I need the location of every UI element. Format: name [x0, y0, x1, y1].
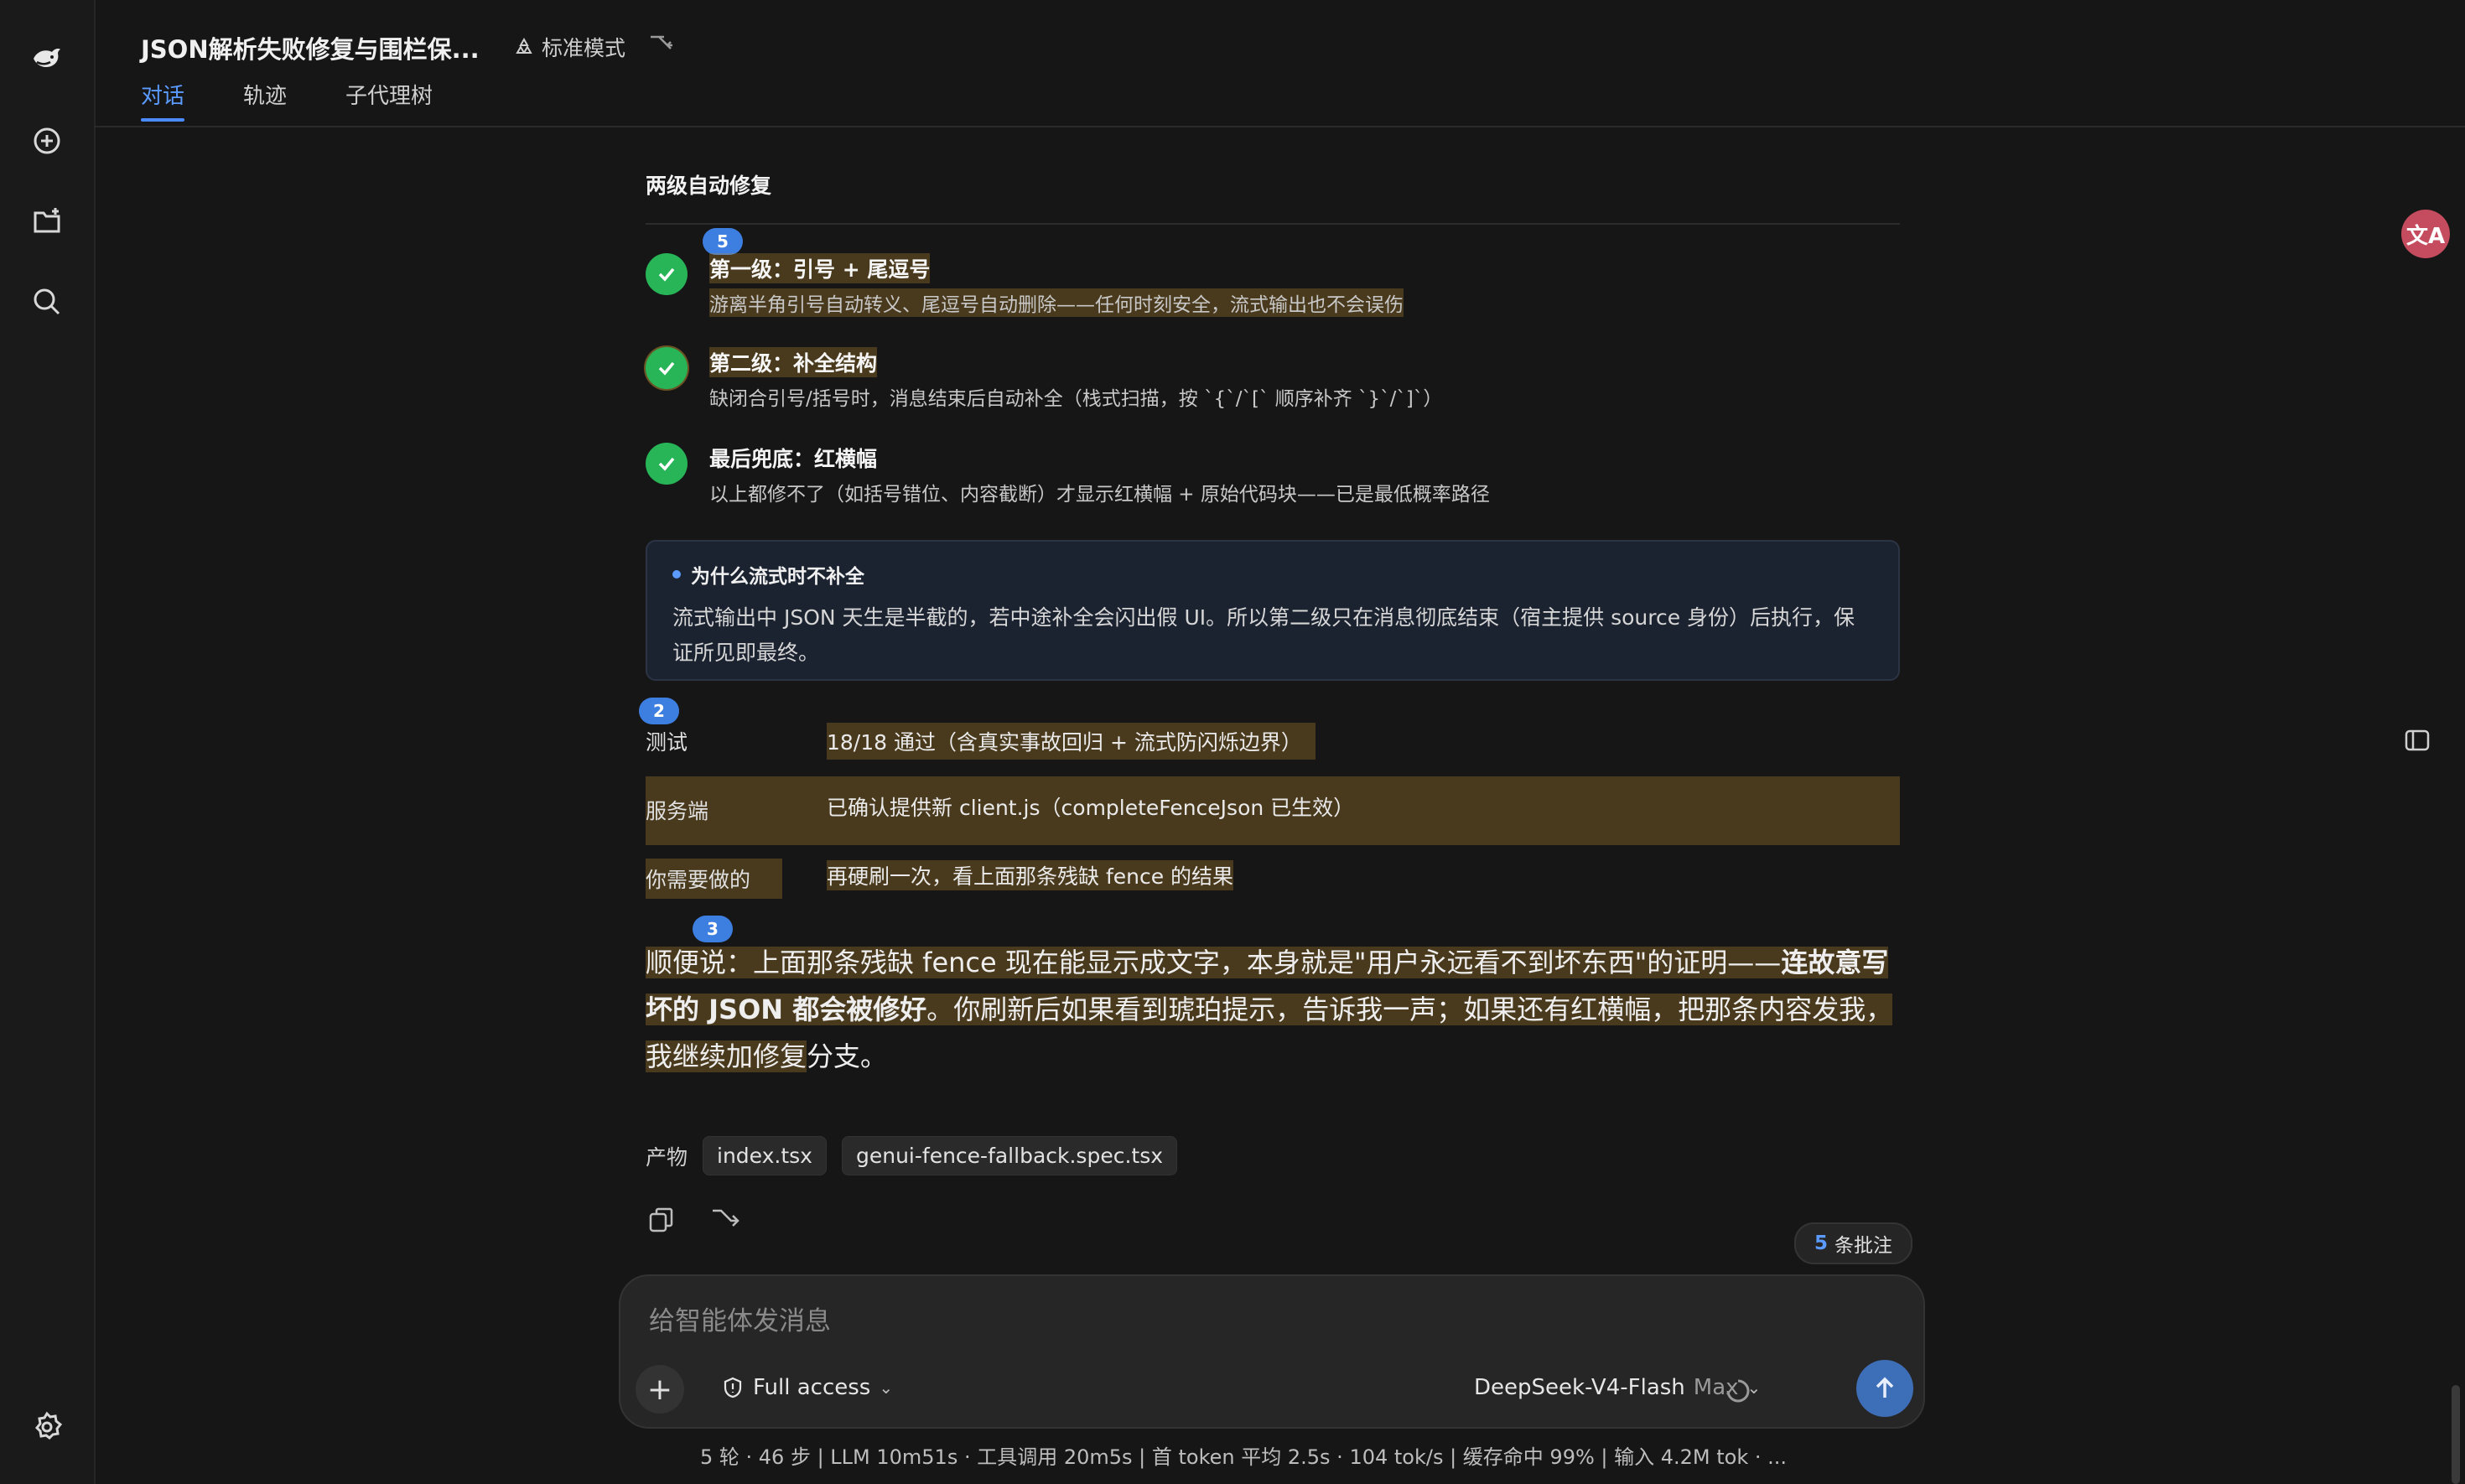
bullet-dot-icon	[672, 570, 681, 579]
annotation-badge[interactable]: 5	[703, 228, 743, 255]
message-input[interactable]: 给智能体发消息	[649, 1300, 831, 1337]
page-title: JSON解析失败修复与围栏保...	[141, 35, 480, 64]
plus-icon: +	[646, 1372, 673, 1407]
mode-toggle[interactable]: 标准模式	[513, 32, 625, 62]
section-heading: 两级自动修复	[646, 174, 772, 198]
tab-trace[interactable]: 轨迹	[243, 79, 287, 122]
kv-row: 测试 18/18 通过（含真实事故回归 + 流式防闪烁边界）	[646, 708, 1900, 776]
kv-row: 服务端 已确认提供新 client.js（completeFenceJson 已…	[646, 776, 1900, 845]
translate-icon[interactable]: 文A	[2401, 210, 2450, 258]
summary-paragraph: 顺便说：上面那条残缺 fence 现在能显示成文字，本身就是"用户永远看不到坏东…	[646, 939, 1900, 1080]
branch-icon[interactable]	[647, 32, 674, 59]
annotation-count-button[interactable]: 5 条批注	[1794, 1222, 1913, 1264]
kv-key: 测试	[646, 730, 688, 755]
artifact-chip[interactable]: index.tsx	[703, 1136, 827, 1175]
annotation-label: 条批注	[1834, 1235, 1893, 1257]
note-title: 为什么流式时不补全	[691, 566, 864, 588]
tab-subagent-tree[interactable]: 子代理树	[345, 79, 433, 122]
header: JSON解析失败修复与围栏保... 标准模式 对话 轨迹 子代理树	[94, 0, 2465, 127]
step-title: 最后兜底：红横幅	[709, 447, 878, 471]
message-composer: 给智能体发消息 + Full access ⌄ DeepSeek-V4-Flas…	[619, 1274, 1925, 1429]
loading-spinner-icon	[1726, 1379, 1750, 1403]
shield-icon	[724, 1377, 742, 1398]
step-title: 第二级：补全结构	[709, 347, 878, 377]
tab-bar: 对话 轨迹 子代理树	[141, 79, 433, 122]
check-circle-icon	[646, 253, 688, 295]
step-desc: 以上都修不了（如括号错位、内容截断）才显示红横幅 + 原始代码块——已是最低概率…	[709, 484, 1490, 506]
paragraph-text: 分支。	[807, 1040, 888, 1072]
search-icon[interactable]	[25, 280, 69, 324]
model-selector[interactable]: DeepSeek-V4-Flash Max ⌄	[1474, 1375, 1761, 1400]
sidebar-panel-icon[interactable]	[2403, 726, 2431, 755]
kv-value: 18/18 通过（含真实事故回归 + 流式防闪烁边界）	[827, 723, 1316, 760]
send-button[interactable]	[1856, 1360, 1913, 1417]
step-title: 第一级：引号 + 尾逗号	[709, 253, 931, 283]
add-attachment-button[interactable]: +	[636, 1365, 684, 1414]
model-name: DeepSeek-V4-Flash	[1474, 1375, 1685, 1400]
recycle-icon	[516, 37, 532, 54]
copy-icon[interactable]	[646, 1204, 677, 1236]
chevron-down-icon: ⌄	[879, 1378, 894, 1398]
whale-logo-icon[interactable]	[25, 37, 69, 80]
paragraph-text: 顺便说：上面那条残缺 fence 现在能显示成文字，本身就是"用户永远看不到坏东…	[646, 947, 1782, 978]
annotation-count: 5	[1814, 1232, 1829, 1254]
check-circle-icon	[646, 347, 688, 389]
scrollbar[interactable]	[2452, 1385, 2460, 1484]
kv-key: 你需要做的	[646, 859, 783, 899]
artifacts-label: 产物	[646, 1144, 688, 1170]
settings-icon[interactable]	[25, 1405, 69, 1449]
kv-value: 再硬刷一次，看上面那条残缺 fence 的结果	[827, 860, 1234, 890]
access-label: Full access	[753, 1375, 871, 1400]
note-body: 流式输出中 JSON 天生是半截的，若中途补全会闪出假 UI。所以第二级只在消息…	[672, 605, 1855, 665]
status-bar: 5 轮 · 46 步 | LLM 10m51s · 工具调用 20m5s | 首…	[700, 1445, 1788, 1469]
sidebar	[0, 0, 96, 1484]
step-desc: 游离半角引号自动转义、尾逗号自动删除——任何时刻安全，流式输出也不会误伤	[709, 288, 1404, 317]
new-folder-icon[interactable]	[25, 200, 69, 243]
divider	[646, 223, 1900, 225]
kv-key: 服务端	[646, 799, 709, 823]
kv-row: 你需要做的 再硬刷一次，看上面那条残缺 fence 的结果	[646, 845, 1900, 914]
new-chat-icon[interactable]	[25, 119, 69, 163]
info-note: 为什么流式时不补全 流式输出中 JSON 天生是半截的，若中途补全会闪出假 UI…	[646, 540, 1900, 681]
check-circle-icon	[646, 443, 688, 485]
step-desc: 缺闭合引号/括号时，消息结束后自动补全（栈式扫描，按 `{`/`[` 顺序补齐 …	[709, 388, 1443, 410]
artifact-chip[interactable]: genui-fence-fallback.spec.tsx	[841, 1136, 1178, 1175]
mode-label: 标准模式	[542, 36, 626, 60]
kv-value: 已确认提供新 client.js（completeFenceJson 已生效）	[827, 796, 1355, 820]
tab-chat[interactable]: 对话	[141, 79, 185, 122]
access-dropdown[interactable]: Full access ⌄	[721, 1375, 893, 1400]
branch-icon[interactable]	[709, 1204, 741, 1236]
arrow-up-icon	[1876, 1377, 1894, 1398]
artifacts-bar: 产物 index.tsx genui-fence-fallback.spec.t…	[646, 1136, 1178, 1175]
